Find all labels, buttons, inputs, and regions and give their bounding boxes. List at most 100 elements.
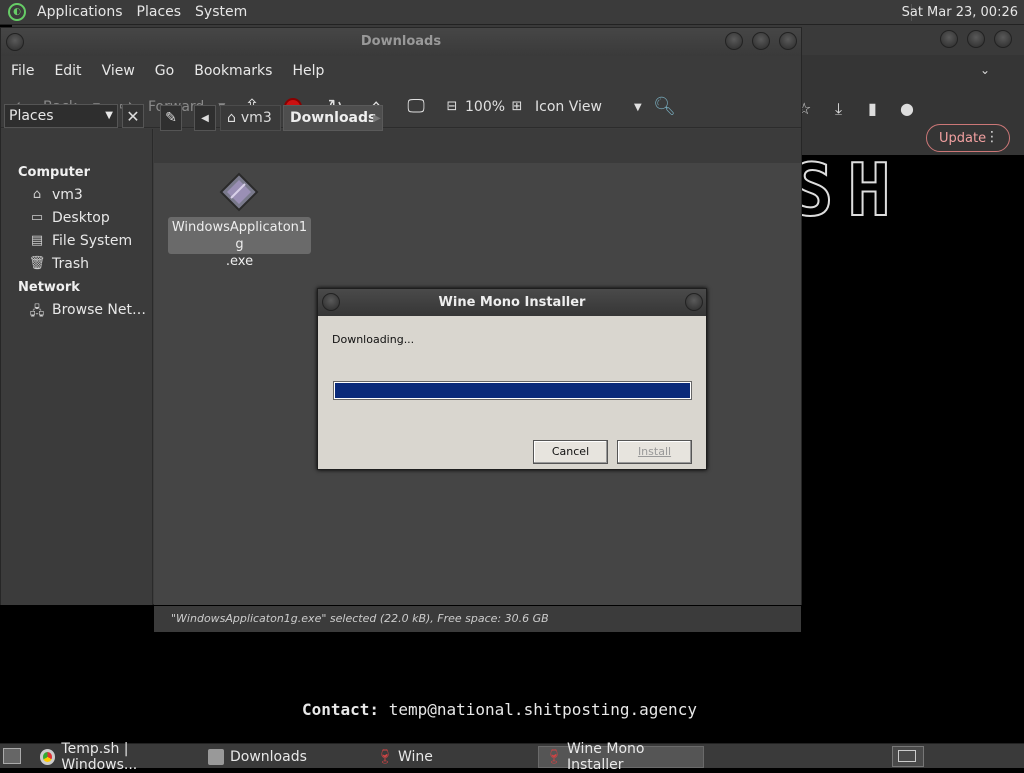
close-sidebar-button[interactable]: ✕ <box>122 104 144 128</box>
wine-mono-dialog: Wine Mono Installer Downloading... Cance… <box>317 288 707 470</box>
task-browser[interactable]: Temp.sh | Windows... <box>34 741 200 773</box>
window-menu-button[interactable] <box>6 33 24 51</box>
progress-fill <box>335 383 690 398</box>
chevron-down-icon[interactable]: ⌄ <box>980 63 990 77</box>
task-wine[interactable]: 🍷︎ Wine <box>370 746 536 768</box>
update-label: Update <box>939 130 987 146</box>
maximize-button[interactable] <box>967 30 985 48</box>
zoom-out-button[interactable]: ⊟ <box>441 86 463 128</box>
contact-email[interactable]: temp@national.shitposting.agency <box>389 700 697 719</box>
download-progress-bar <box>333 381 692 400</box>
minimize-button[interactable] <box>940 30 958 48</box>
sidebar-item-browse-network[interactable]: 🖧 Browse Net… <box>28 302 147 319</box>
sidepanel-icon[interactable]: ▮ <box>868 99 877 118</box>
download-icon[interactable]: ⤓ <box>835 99 842 119</box>
menubar: File Edit View Go Bookmarks Help <box>1 56 801 86</box>
toolbar: ⇦ Back ▼ ⇨ Forward ▼ ⇧ ↻ ⌂ 🖵 ⊟ 100% ⊞ Ic… <box>1 86 801 128</box>
profile-icon[interactable]: ● <box>900 99 914 118</box>
file-item-label[interactable]: WindowsApplicaton1g .exe <box>168 217 311 269</box>
workspace-switcher[interactable] <box>892 746 924 767</box>
computer-icon: 🖵 <box>407 96 425 117</box>
sidebar-item-desktop[interactable]: ▭ Desktop <box>28 210 110 226</box>
desktop-icon: ▭ <box>30 210 44 225</box>
folder-icon <box>208 749 224 765</box>
zoom-in-icon: ⊞ <box>511 99 523 114</box>
sidebar-item-label: Trash <box>52 256 89 272</box>
menu-go[interactable]: Go <box>145 63 184 79</box>
menu-system[interactable]: System <box>188 0 254 25</box>
trash-icon: 🗑︎ <box>28 256 46 271</box>
task-downloads[interactable]: Downloads <box>202 746 368 768</box>
menu-view[interactable]: View <box>92 63 145 79</box>
clock[interactable]: Sat Mar 23, 00:26 <box>902 0 1018 25</box>
menu-file[interactable]: File <box>1 63 44 79</box>
show-desktop-icon[interactable] <box>3 748 21 764</box>
menu-edit[interactable]: Edit <box>44 63 91 79</box>
distro-logo-icon[interactable]: ◐ <box>8 3 26 21</box>
menu-applications[interactable]: Applications <box>30 0 130 25</box>
task-wine-mono-installer[interactable]: 🍷︎ Wine Mono Installer <box>538 741 704 773</box>
task-label: Wine <box>398 749 433 765</box>
home-folder-icon: ⌂ <box>32 187 42 202</box>
search-icon: 🔍︎ <box>653 96 676 117</box>
dropdown-arrow-icon: ▼ <box>105 110 113 121</box>
search-button[interactable]: 🔍︎ <box>653 86 676 128</box>
close-button[interactable] <box>685 293 703 311</box>
path-scroll-left-button[interactable]: ◀ <box>194 105 216 131</box>
minimize-button[interactable] <box>725 32 743 50</box>
menu-help[interactable]: Help <box>282 63 334 79</box>
sidebar-selector-label: Places <box>9 108 54 124</box>
sidebar-item-trash[interactable]: 🗑︎ Trash <box>28 256 89 272</box>
computer-button[interactable]: 🖵 <box>405 86 427 128</box>
zoom-level[interactable]: 100% <box>465 86 505 128</box>
sidebar-heading-network: Network <box>18 280 80 295</box>
zoom-in-button[interactable]: ⊞ <box>506 86 528 128</box>
kebab-menu-icon[interactable]: ⋮ <box>985 129 999 145</box>
sidebar-item-file-system[interactable]: ▤ File System <box>28 233 132 249</box>
sidebar-selector[interactable]: Places ▼ <box>4 104 118 128</box>
task-label: Wine Mono Installer <box>567 741 645 773</box>
zoom-out-icon: ⊟ <box>446 99 458 114</box>
sidebar-heading-computer: Computer <box>18 165 91 180</box>
drive-icon: ▤ <box>30 233 44 248</box>
sidebar-item-label: Desktop <box>52 210 110 226</box>
close-button[interactable] <box>994 30 1012 48</box>
toggle-location-button[interactable]: ✎ <box>160 105 182 131</box>
chevron-right-icon: ▶ <box>373 112 381 124</box>
taskbar: Temp.sh | Windows... Downloads 🍷︎ Wine 🍷… <box>0 741 1024 773</box>
home-folder-icon: ⌂ <box>227 110 236 126</box>
wine-exe-icon[interactable] <box>219 172 259 212</box>
menu-places[interactable]: Places <box>130 0 189 25</box>
update-button[interactable]: Update ⋮ <box>926 124 1010 152</box>
task-label: Downloads <box>230 749 307 765</box>
chevron-left-icon: ◀ <box>201 112 209 124</box>
path-scroll-right-button[interactable]: ▶ <box>368 105 386 131</box>
contact-line: Contact: temp@national.shitposting.agenc… <box>302 700 697 719</box>
sidebar-item-label: Browse Net… <box>52 302 147 318</box>
path-button-vm3[interactable]: ⌂ vm3 <box>220 105 281 131</box>
menu-bookmarks[interactable]: Bookmarks <box>184 63 282 79</box>
sidebar-item-vm3[interactable]: ⌂ vm3 <box>28 187 83 203</box>
dialog-title[interactable]: Wine Mono Installer <box>318 289 706 316</box>
dropdown-arrow-icon: ▼ <box>633 101 642 113</box>
chrome-icon <box>40 749 56 765</box>
network-icon: 🖧 <box>29 304 45 319</box>
view-mode-select[interactable]: Icon View ▼ <box>535 86 642 128</box>
task-label: Temp.sh | Windows... <box>61 741 138 773</box>
dialog-message: Downloading... <box>332 333 415 346</box>
file-extension-line: .exe <box>225 254 254 269</box>
install-button[interactable]: Install <box>617 440 692 464</box>
wine-glass-icon: 🍷︎ <box>376 749 394 765</box>
close-button[interactable] <box>779 32 797 50</box>
sidebar-item-label: File System <box>52 233 133 249</box>
edit-icon: ✎ <box>165 110 177 126</box>
status-bar: "WindowsApplicaton1g.exe" selected (22.0… <box>154 606 801 632</box>
workspace-icon <box>898 750 916 762</box>
window-menu-button[interactable] <box>322 293 340 311</box>
maximize-button[interactable] <box>752 32 770 50</box>
wine-glass-icon: 🍷︎ <box>545 749 563 765</box>
window-title[interactable]: Downloads <box>1 28 801 56</box>
path-bar <box>154 129 801 163</box>
cancel-button[interactable]: Cancel <box>533 440 608 464</box>
sidebar-item-label: vm3 <box>52 187 83 203</box>
